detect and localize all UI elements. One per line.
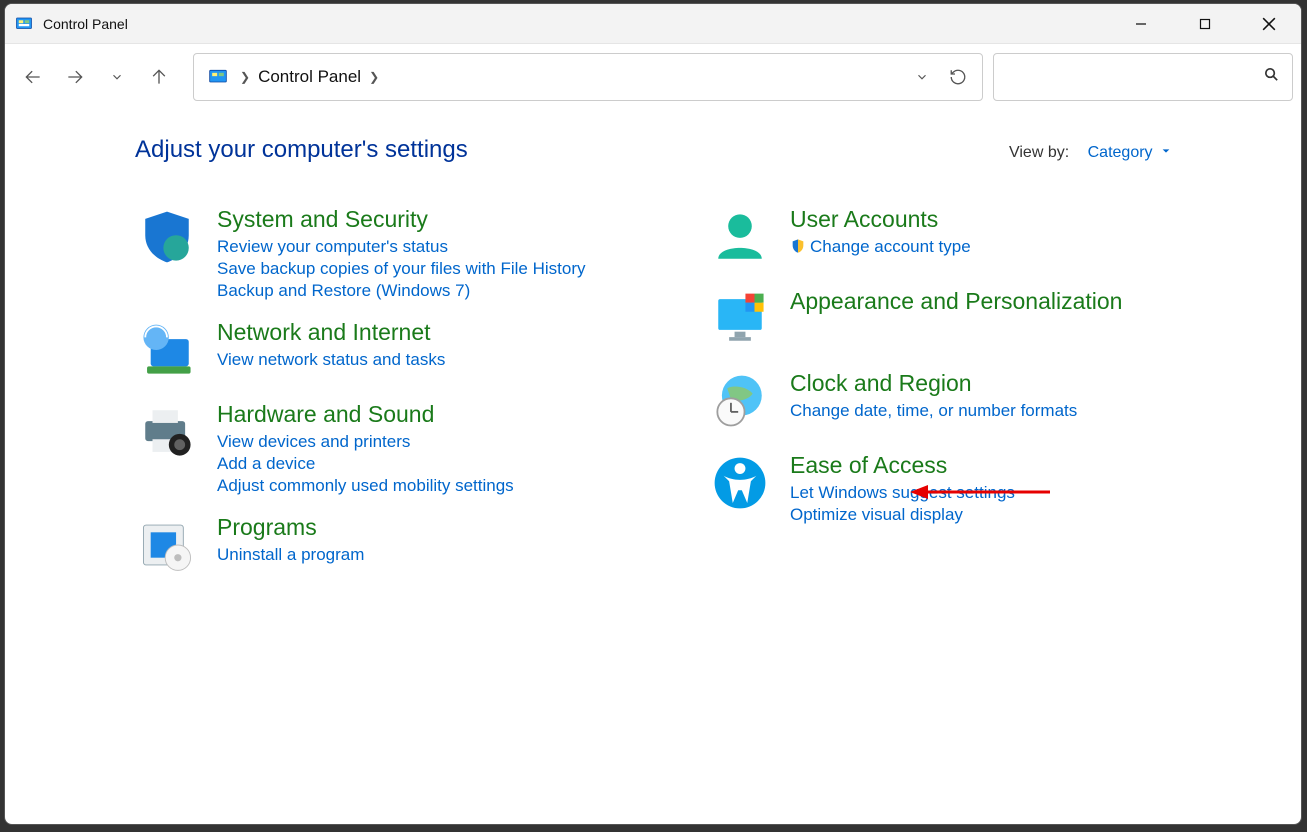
categories-left: System and Security Review your computer… <box>135 206 668 596</box>
programs-icon <box>135 514 199 578</box>
network-icon <box>135 319 199 383</box>
control-panel-window: Control Panel <box>4 3 1302 825</box>
breadcrumb-item[interactable]: Control Panel <box>254 67 365 87</box>
category-link[interactable]: Uninstall a program <box>217 545 668 565</box>
close-button[interactable] <box>1237 4 1301 43</box>
view-by-label: View by: <box>1009 144 1069 161</box>
toolbar: ❯ Control Panel ❯ <box>5 44 1301 110</box>
category-link[interactable]: Save backup copies of your files with Fi… <box>217 259 668 279</box>
control-panel-icon <box>208 67 228 87</box>
category-title[interactable]: Ease of Access <box>790 452 1241 479</box>
categories-right: User Accounts Change account type <box>708 206 1241 596</box>
clock-globe-icon <box>708 370 772 434</box>
category-hardware-sound: Hardware and Sound View devices and prin… <box>135 401 668 496</box>
category-title[interactable]: Network and Internet <box>217 319 668 346</box>
nav-recent-button[interactable] <box>97 57 137 97</box>
category-link[interactable]: Let Windows suggest settings <box>790 483 1241 503</box>
category-link[interactable]: Review your computer's status <box>217 237 668 257</box>
category-clock-region: Clock and Region Change date, time, or n… <box>708 370 1241 434</box>
category-link[interactable]: Change date, time, or number formats <box>790 401 1241 421</box>
category-title[interactable]: Appearance and Personalization <box>790 288 1241 315</box>
titlebar: Control Panel <box>5 4 1301 44</box>
page-heading: Adjust your computer's settings <box>135 136 1009 164</box>
category-appearance-personalization: Appearance and Personalization <box>708 288 1241 352</box>
category-link[interactable]: Add a device <box>217 454 668 474</box>
printer-icon <box>135 401 199 465</box>
view-by-dropdown[interactable]: Category <box>1088 144 1171 161</box>
search-icon <box>1263 66 1280 88</box>
category-title[interactable]: System and Security <box>217 206 668 233</box>
user-icon <box>708 206 772 270</box>
category-link[interactable]: View network status and tasks <box>217 350 668 370</box>
content-area: Adjust your computer's settings View by:… <box>5 110 1301 824</box>
category-link[interactable]: Adjust commonly used mobility settings <box>217 476 668 496</box>
category-title[interactable]: Hardware and Sound <box>217 401 668 428</box>
category-programs: Programs Uninstall a program <box>135 514 668 578</box>
window-title: Control Panel <box>43 16 128 32</box>
shield-icon <box>135 206 199 270</box>
category-link[interactable]: Optimize visual display <box>790 505 1241 525</box>
nav-up-button[interactable] <box>139 57 179 97</box>
address-history-button[interactable] <box>904 59 940 95</box>
category-network-internet: Network and Internet View network status… <box>135 319 668 383</box>
category-title[interactable]: Programs <box>217 514 668 541</box>
category-title[interactable]: Clock and Region <box>790 370 1241 397</box>
category-link[interactable]: Backup and Restore (Windows 7) <box>217 281 668 301</box>
refresh-button[interactable] <box>940 59 976 95</box>
category-link[interactable]: View devices and printers <box>217 432 668 452</box>
chevron-right-icon[interactable]: ❯ <box>365 70 383 84</box>
window-controls <box>1109 4 1301 43</box>
category-user-accounts: User Accounts Change account type <box>708 206 1241 270</box>
monitor-icon <box>708 288 772 352</box>
control-panel-icon <box>15 15 33 33</box>
category-link[interactable]: Change account type <box>790 237 1241 257</box>
nav-back-button[interactable] <box>13 57 53 97</box>
category-system-security: System and Security Review your computer… <box>135 206 668 301</box>
category-ease-of-access: Ease of Access Let Windows suggest setti… <box>708 452 1241 525</box>
search-bar[interactable] <box>993 53 1293 101</box>
address-bar[interactable]: ❯ Control Panel ❯ <box>193 53 983 101</box>
uac-shield-icon <box>790 238 806 254</box>
minimize-button[interactable] <box>1109 4 1173 43</box>
accessibility-icon <box>708 452 772 516</box>
view-by: View by: Category <box>1009 144 1171 162</box>
chevron-right-icon[interactable]: ❯ <box>236 70 254 84</box>
category-title[interactable]: User Accounts <box>790 206 1241 233</box>
nav-forward-button[interactable] <box>55 57 95 97</box>
maximize-button[interactable] <box>1173 4 1237 43</box>
search-input[interactable] <box>1006 69 1263 86</box>
